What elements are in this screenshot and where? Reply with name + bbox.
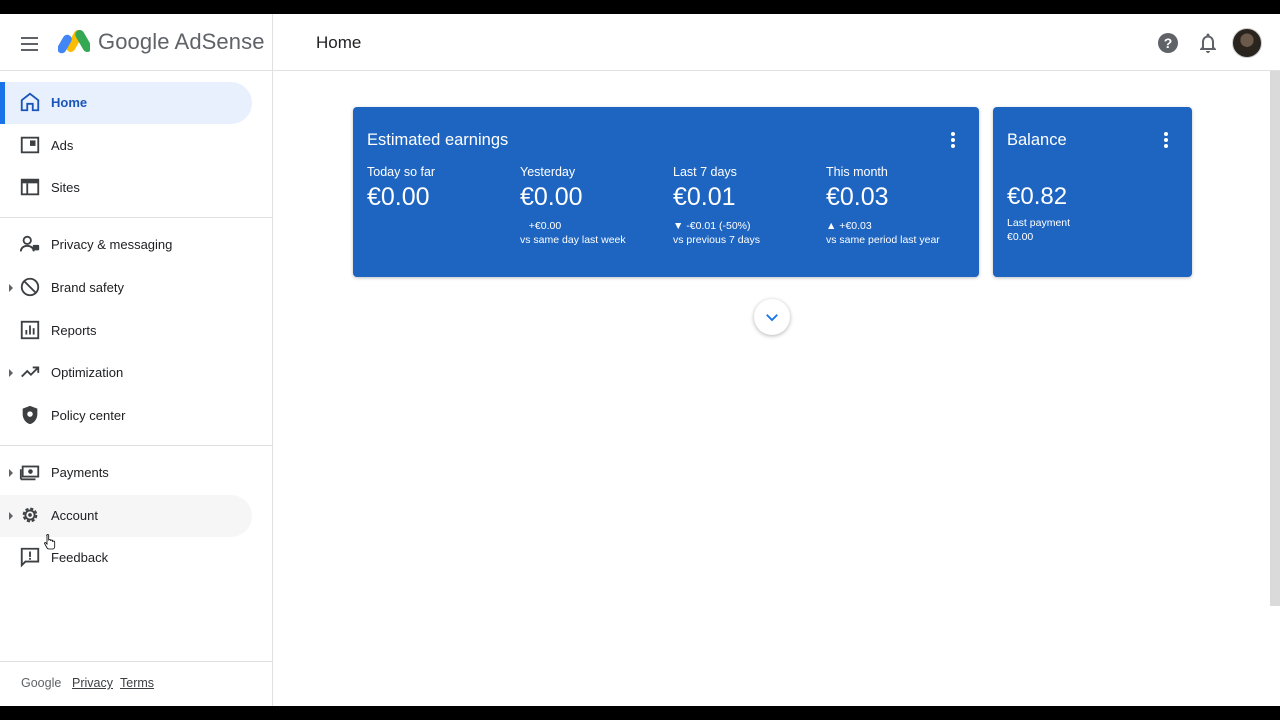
metric-compare: vs previous 7 days (673, 234, 760, 246)
chevron-down-icon (766, 314, 778, 322)
sidebar-item-optimization[interactable]: Optimization (0, 352, 252, 394)
sidebar-item-label: Brand safety (51, 280, 124, 295)
expand-caret-icon[interactable] (9, 512, 13, 520)
sidebar-item-brand-safety[interactable]: Brand safety (0, 267, 252, 309)
top-header: Google AdSense Home ? (0, 14, 1280, 71)
home-icon (20, 92, 40, 112)
privacy-icon (19, 235, 40, 252)
avatar[interactable] (1232, 28, 1262, 58)
balance-card-title: Balance (1007, 131, 1067, 149)
sidebar-item-reports[interactable]: Reports (0, 310, 252, 352)
svg-text:?: ? (1164, 35, 1173, 51)
footer-google: Google (21, 676, 62, 690)
page-title: Home (316, 33, 362, 52)
expand-more-button[interactable] (754, 299, 790, 335)
last-payment-value: €0.00 (1007, 231, 1034, 243)
sidebar-footer: Google Privacy Terms (0, 661, 272, 706)
footer-privacy-link[interactable]: Privacy (72, 676, 113, 690)
sites-icon (20, 178, 40, 196)
metric-label: Last 7 days (673, 165, 737, 179)
earnings-card-title: Estimated earnings (367, 131, 509, 149)
sidebar-item-label: Account (51, 508, 98, 523)
block-icon (20, 277, 40, 297)
sidebar-item-account[interactable]: Account (0, 495, 252, 537)
metric-label: This month (826, 165, 888, 179)
adsense-logo (58, 30, 90, 54)
sidebar-item-privacy-messaging[interactable]: Privacy & messaging (0, 224, 252, 266)
hand-cursor-icon (44, 534, 56, 550)
metric-label: Yesterday (520, 165, 576, 179)
metric-value: €0.01 (673, 183, 736, 211)
metric-change: ▲ +€0.03 (826, 220, 872, 232)
header-divider (272, 14, 273, 71)
sidebar-item-label: Policy center (51, 408, 126, 423)
sidebar-item-label: Feedback (51, 550, 109, 565)
sidebar-item-feedback[interactable]: Feedback (0, 537, 252, 579)
nav-divider (0, 445, 272, 446)
payments-icon (19, 465, 40, 481)
metric-change: +€0.00 (520, 220, 562, 232)
sidebar-item-label: Payments (51, 465, 109, 480)
sidebar-item-label: Privacy & messaging (51, 237, 173, 252)
sidebar: Home Ads Sites Privacy & messaging Brand… (0, 71, 273, 706)
metric-compare: vs same day last week (520, 234, 626, 246)
reports-icon (20, 320, 40, 340)
metric-change: ▼ -€0.01 (-50%) (673, 220, 751, 232)
page-scrollbar[interactable] (1270, 71, 1280, 606)
metric-label: Today so far (367, 165, 436, 179)
sidebar-item-home[interactable]: Home (0, 82, 252, 124)
last-payment-label: Last payment (1007, 217, 1071, 229)
expand-caret-icon[interactable] (9, 369, 13, 377)
help-icon[interactable]: ? (1156, 31, 1180, 55)
feedback-icon (20, 547, 40, 568)
bell-icon[interactable] (1196, 31, 1220, 55)
sidebar-item-sites[interactable]: Sites (0, 167, 252, 209)
main-content: Estimated earnings Today so far €0.00 Ye… (273, 71, 1280, 706)
metric-compare: vs same period last year (826, 234, 940, 246)
expand-caret-icon[interactable] (9, 284, 13, 292)
ads-icon (20, 136, 40, 154)
metric-value: €0.03 (826, 183, 889, 211)
shield-icon (22, 405, 38, 425)
gear-icon (22, 507, 38, 523)
nav-divider (0, 217, 272, 218)
trending-up-icon (21, 366, 40, 378)
sidebar-item-label: Reports (51, 323, 97, 338)
brand-name: Google AdSense (98, 29, 265, 54)
expand-caret-icon[interactable] (9, 469, 13, 477)
menu-icon[interactable] (18, 32, 42, 56)
sidebar-item-label: Sites (51, 180, 80, 195)
metric-value: €0.00 (520, 183, 583, 211)
estimated-earnings-card: Estimated earnings Today so far €0.00 Ye… (353, 107, 979, 277)
more-vert-icon[interactable] (1158, 131, 1174, 149)
sidebar-item-policy-center[interactable]: Policy center (0, 395, 252, 437)
footer-terms-link[interactable]: Terms (120, 676, 154, 690)
sidebar-item-payments[interactable]: Payments (0, 452, 252, 494)
sidebar-item-label: Home (51, 95, 88, 110)
adsense-app: Google AdSense Home ? Home Ads Sites Pri… (0, 14, 1280, 706)
sidebar-item-label: Optimization (51, 365, 124, 380)
metric-value: €0.00 (367, 183, 430, 211)
sidebar-item-ads[interactable]: Ads (0, 125, 252, 167)
balance-card: Balance €0.82 Last payment €0.00 (993, 107, 1192, 277)
more-vert-icon[interactable] (945, 131, 961, 149)
sidebar-item-label: Ads (51, 138, 74, 153)
balance-value: €0.82 (1007, 183, 1068, 210)
